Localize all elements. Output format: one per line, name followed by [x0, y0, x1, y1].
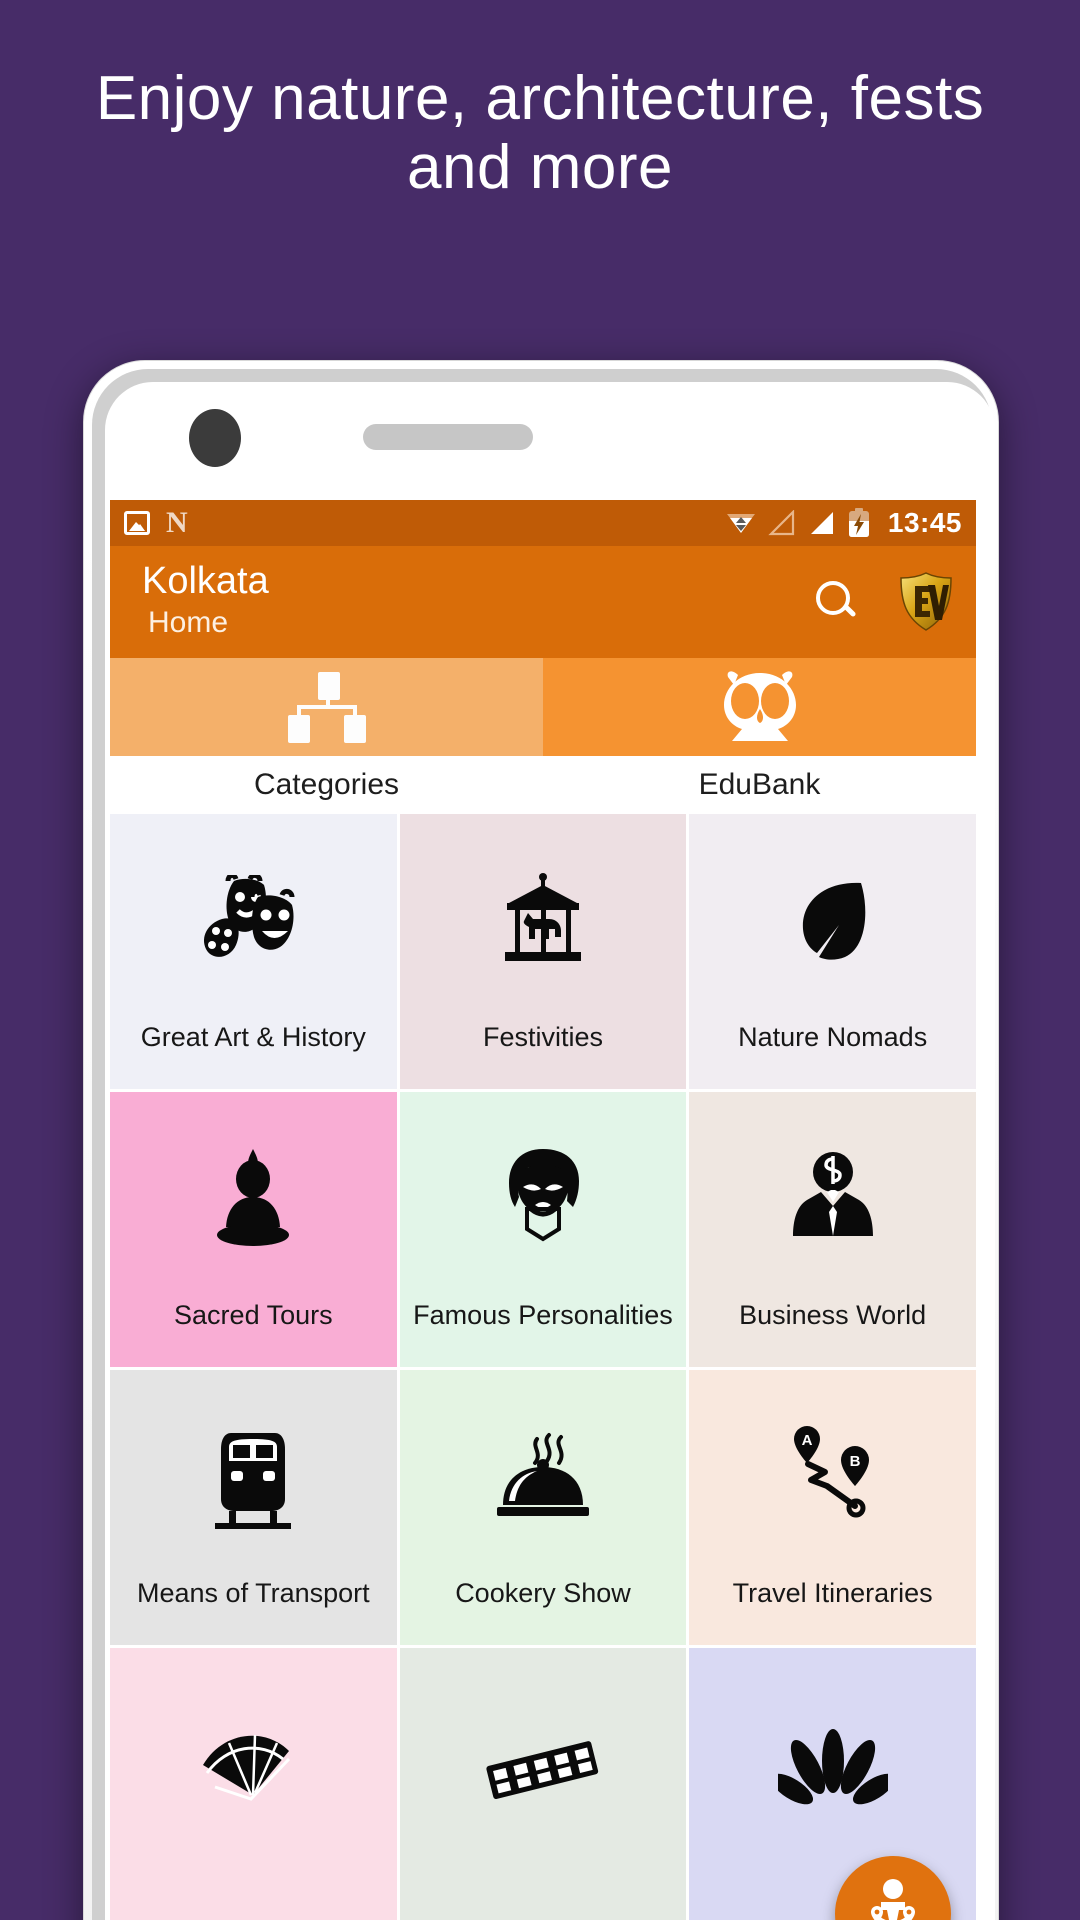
- image-icon: [124, 511, 150, 535]
- category-label: Business World: [739, 1300, 927, 1330]
- wifi-icon: [726, 514, 755, 533]
- phone-mockup: N 13:45 Kolkata Home Categories EduBank …: [83, 360, 999, 1920]
- category-label: Famous Personalities: [413, 1300, 673, 1330]
- page-subtitle: Home: [148, 606, 229, 640]
- category-label: Festivities: [482, 1022, 603, 1052]
- train-icon: [110, 1370, 397, 1578]
- earpiece-speaker: [363, 424, 533, 450]
- svg-text:A: A: [801, 1432, 812, 1449]
- phone-screen: N 13:45 Kolkata Home Categories EduBank …: [110, 500, 976, 1920]
- svg-text:B: B: [849, 1453, 860, 1470]
- search-icon[interactable]: [814, 579, 860, 625]
- status-bar-notifications: N: [124, 508, 188, 538]
- category-label: Sacred Tours: [174, 1300, 333, 1330]
- film-strip-icon: [400, 1648, 687, 1887]
- front-camera: [189, 409, 241, 467]
- status-bar-time: 13:45: [887, 507, 962, 538]
- tab-categories[interactable]: [110, 658, 543, 756]
- tab-bar: [110, 658, 976, 756]
- app-bar-actions: [814, 572, 954, 632]
- page-title: Kolkata: [142, 560, 269, 603]
- fan-icon: [110, 1648, 397, 1887]
- face-portrait-icon: [400, 1092, 687, 1300]
- category-cell[interactable]: Cookery Show: [399, 1370, 687, 1645]
- category-grid: Great Art & History Festivities Nature N…: [110, 814, 976, 1920]
- buddha-icon: [110, 1092, 397, 1300]
- category-label: Cookery Show: [455, 1578, 631, 1608]
- tab-label-bar: Categories EduBank: [110, 756, 976, 814]
- category-cell[interactable]: Festivities: [399, 814, 687, 1089]
- category-label: Means of Transport: [137, 1578, 370, 1608]
- category-label: Travel Itineraries: [732, 1578, 933, 1608]
- theatre-masks-icon: [110, 814, 397, 1022]
- category-cell[interactable]: [399, 1648, 687, 1920]
- ev-shield-logo[interactable]: [898, 572, 954, 632]
- category-cell[interactable]: Famous Personalities: [399, 1092, 687, 1367]
- category-label: Nature Nomads: [738, 1022, 928, 1052]
- category-cell[interactable]: Nature Nomads: [689, 814, 976, 1089]
- tab-label-categories: Categories: [253, 768, 400, 801]
- tab-label-edubank: EduBank: [698, 768, 821, 801]
- businessman-icon: [689, 1092, 976, 1300]
- carousel-icon: [400, 814, 687, 1022]
- route-a-b-icon: A B: [689, 1370, 976, 1578]
- battery-charging-icon: [848, 508, 869, 537]
- cloche-icon: [400, 1370, 687, 1578]
- phone-bezel: N 13:45 Kolkata Home Categories EduBank …: [92, 369, 995, 1920]
- signal-full-icon: [810, 512, 833, 534]
- phone-face: N 13:45 Kolkata Home Categories EduBank …: [105, 382, 995, 1920]
- signal-empty-icon: [768, 510, 794, 536]
- category-cell[interactable]: A B Travel Itineraries: [689, 1370, 976, 1645]
- sitemap-icon: [287, 672, 366, 743]
- tab-edubank[interactable]: [543, 658, 976, 756]
- category-cell[interactable]: Great Art & History: [110, 814, 397, 1089]
- category-cell[interactable]: Business World: [689, 1092, 976, 1367]
- category-cell[interactable]: [110, 1648, 397, 1920]
- app-bar-titles: Kolkata Home: [142, 560, 269, 641]
- promo-headline: Enjoy nature, architecture, fests and mo…: [95, 64, 985, 203]
- nougat-n-icon: N: [166, 506, 188, 539]
- category-label: Great Art & History: [140, 1022, 366, 1052]
- owl-icon: [723, 671, 796, 741]
- flower-icon: [689, 1648, 976, 1887]
- leaf-icon: [689, 814, 976, 1022]
- app-bar: Kolkata Home: [110, 546, 976, 658]
- status-bar: N 13:45: [110, 500, 976, 546]
- tour-guide-icon: [871, 1879, 915, 1920]
- status-bar-system: 13:45: [726, 507, 962, 539]
- category-cell[interactable]: Means of Transport: [110, 1370, 397, 1645]
- category-cell[interactable]: Sacred Tours: [110, 1092, 397, 1367]
